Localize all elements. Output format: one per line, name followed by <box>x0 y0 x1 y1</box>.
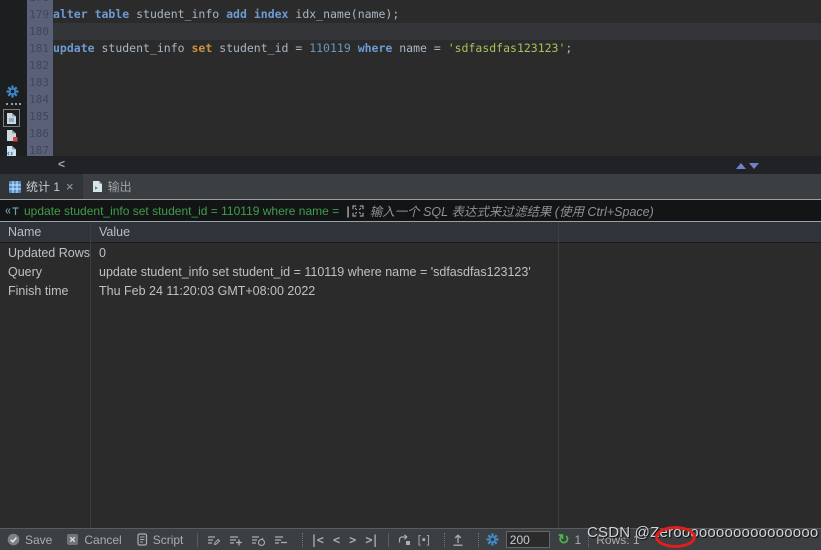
code-line-179[interactable]: alter table student_info add index idx_n… <box>53 6 399 23</box>
results-tabbar: 统计 1 × 输出 <box>0 174 821 199</box>
file-alert-icon[interactable] <box>6 129 18 142</box>
sql-filter-field[interactable]: update student_info set student_id = 110… <box>0 199 821 222</box>
code-line-181[interactable]: update student_info set student_id = 110… <box>53 40 572 57</box>
sql-keyword: table <box>94 7 130 21</box>
revert-row-icon[interactable] <box>250 533 266 547</box>
separator <box>443 532 445 547</box>
editor-scroll-strip: < <box>0 156 821 174</box>
sql-keyword: add <box>226 7 247 21</box>
sql-keyword: index <box>253 7 289 21</box>
line-number: 180 <box>29 25 49 38</box>
close-icon[interactable]: × <box>66 179 74 194</box>
editor-left-strip <box>0 0 27 156</box>
current-line-highlight <box>53 23 821 40</box>
sql-editor[interactable]: alter table student_info add index idx_n… <box>0 0 821 156</box>
edit-row-icon[interactable] <box>206 533 221 547</box>
data-view-icon[interactable]: [▪] <box>418 534 431 546</box>
line-number: 182 <box>29 59 49 72</box>
scroll-left-arrow-icon[interactable]: < <box>58 157 65 171</box>
page-size-input[interactable] <box>505 531 550 548</box>
next-page-icon[interactable]: > <box>349 533 356 547</box>
statistics-table: Name Value Updated Rows 0 Query update s… <box>0 222 821 528</box>
cancel-x-icon <box>66 533 79 546</box>
separator <box>477 532 479 547</box>
last-page-icon[interactable]: >| <box>365 533 378 547</box>
line-number: 181 <box>29 42 49 55</box>
red-circle-annotation <box>655 526 696 548</box>
table-row[interactable]: Finish time Thu Feb 24 11:20:03 GMT+08:0… <box>0 282 821 301</box>
delete-row-icon[interactable] <box>273 533 288 547</box>
column-header-name[interactable]: Name <box>8 225 41 239</box>
row-name: Finish time <box>8 284 69 298</box>
tab-label: 输出 <box>107 180 132 194</box>
filter-placeholder: 输入一个 SQL 表达式来过滤结果 (使用 Ctrl+Space) <box>369 205 654 219</box>
table-grid-icon <box>9 180 21 193</box>
sql-keyword: alter <box>53 7 88 21</box>
row-value: update student_info set student_id = 110… <box>99 265 531 279</box>
line-number-gutter[interactable]: 178 179 180 181 182 183 184 185 186 187 <box>27 0 53 156</box>
previous-page-icon[interactable]: < <box>333 533 340 547</box>
page-size-gear-icon[interactable] <box>486 533 499 546</box>
line-number: 187 <box>29 144 49 156</box>
row-value: Thu Feb 24 11:20:03 GMT+08:00 2022 <box>99 284 316 298</box>
csdn-watermark: CSDN @Zerooooooooooooooooo <box>587 524 819 541</box>
file-icon-selected[interactable] <box>3 109 20 127</box>
cancel-label: Cancel <box>84 532 122 547</box>
separator <box>197 532 199 547</box>
save-button[interactable]: Save <box>7 533 52 547</box>
line-number: 186 <box>29 127 49 140</box>
first-page-icon[interactable]: |< <box>310 533 323 547</box>
reload-page-icon[interactable] <box>397 533 411 546</box>
export-data-icon[interactable] <box>452 533 464 546</box>
tab-output[interactable]: 输出 <box>83 174 141 199</box>
datagrip-window: alter table student_info add index idx_n… <box>0 0 821 550</box>
save-label: Save <box>25 532 53 547</box>
row-value: 0 <box>99 246 106 260</box>
separator <box>302 532 304 547</box>
sql-number: 110119 <box>309 41 351 55</box>
splitter-down-icon[interactable] <box>749 163 759 169</box>
column-header-value[interactable]: Value <box>99 225 130 239</box>
line-number: 183 <box>29 76 49 89</box>
connection-icon <box>563 531 583 550</box>
file-code-icon[interactable] <box>6 145 17 156</box>
tab-statistics[interactable]: 统计 1 × <box>0 174 83 199</box>
line-number: 179 <box>29 8 49 21</box>
output-doc-icon <box>92 180 103 193</box>
row-name: Updated Rows <box>8 246 90 260</box>
filter-type-icon <box>5 205 20 217</box>
settings-gear-icon[interactable] <box>6 85 19 98</box>
script-scroll-icon <box>136 533 148 546</box>
line-number: 185 <box>29 110 49 123</box>
sql-keyword: where <box>357 41 393 55</box>
cancel-button[interactable]: Cancel <box>66 532 122 547</box>
save-check-icon <box>7 533 20 546</box>
sql-keyword: update <box>53 41 95 55</box>
splitter-up-icon[interactable] <box>736 163 746 169</box>
table-header-row[interactable]: Name Value <box>0 222 821 243</box>
script-label: Script <box>152 532 184 547</box>
tab-label: 统计 1 <box>26 180 61 194</box>
expand-icon[interactable] <box>351 204 364 217</box>
script-button[interactable]: Script <box>136 532 184 547</box>
separator <box>387 532 389 547</box>
filter-query-text: update student_info set student_id = 110… <box>24 203 343 218</box>
table-row[interactable]: Updated Rows 0 <box>0 244 821 263</box>
sql-string: 'sdfasdfas123123' <box>447 41 566 55</box>
sql-keyword: set <box>191 41 213 55</box>
text-cursor: | <box>346 203 350 218</box>
row-name: Query <box>8 265 43 279</box>
line-number: 184 <box>29 93 49 106</box>
table-row[interactable]: Query update student_info set student_id… <box>0 263 821 282</box>
add-row-icon[interactable] <box>228 533 243 547</box>
more-dots-icon <box>6 103 21 105</box>
